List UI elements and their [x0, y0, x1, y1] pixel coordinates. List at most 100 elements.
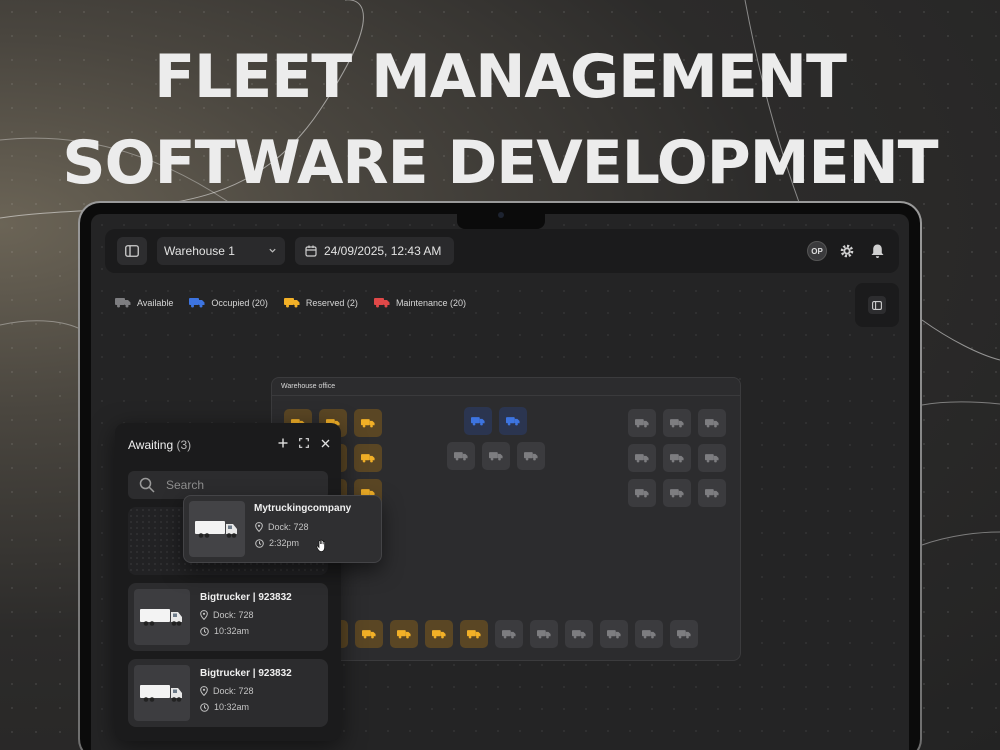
notifications-button[interactable] [868, 242, 886, 260]
truck-icon [572, 630, 586, 639]
parking-slot-available[interactable] [565, 620, 593, 648]
parking-slot-available[interactable] [663, 444, 691, 472]
truck-icon [467, 630, 481, 639]
semi-truck-icon [195, 521, 237, 538]
truck-icon [454, 452, 468, 461]
warehouse-select-value: Warehouse 1 [164, 244, 235, 258]
parking-slot-available[interactable] [517, 442, 545, 470]
awaiting-card[interactable]: Bigtrucker | 923832 Dock: 728 10:32am [128, 659, 328, 727]
parking-slot-reserved[interactable] [354, 409, 382, 437]
truck-thumbnail [134, 589, 190, 645]
parking-slot-available[interactable] [447, 442, 475, 470]
semi-truck-icon [140, 685, 182, 702]
truck-icon [635, 454, 649, 463]
awaiting-panel: Awaiting (3) Search Bigtrucker | 923832 … [115, 423, 341, 741]
truck-icon [432, 630, 446, 639]
sidebar-toggle-icon [125, 245, 139, 257]
parking-slot-available[interactable] [698, 444, 726, 472]
awaiting-count: (3) [176, 438, 192, 452]
parking-slot-reserved[interactable] [354, 444, 382, 472]
parking-slot-available[interactable] [698, 479, 726, 507]
card-name: Bigtrucker | 923832 [200, 592, 292, 603]
close-button[interactable] [319, 437, 331, 449]
clock-icon [200, 702, 209, 712]
expand-icon [299, 438, 309, 448]
legend-available-label: Available [137, 297, 174, 308]
location-pin-icon [200, 686, 208, 696]
truck-icon [670, 489, 684, 498]
truck-icon [677, 630, 691, 639]
truck-icon [705, 454, 719, 463]
expand-button[interactable] [298, 437, 310, 449]
headline-line-2: SOFTWARE DEVELOPMENT [62, 128, 938, 198]
awaiting-card[interactable]: Bigtrucker | 923832 Dock: 728 10:32am [128, 583, 328, 651]
dragging-card-name: Mytruckingcompany [254, 503, 352, 514]
parking-slot-reserved[interactable] [425, 620, 453, 648]
truck-icon [471, 417, 485, 426]
dragging-card[interactable]: Mytruckingcompany Dock: 728 2:32pm [183, 495, 382, 563]
warehouse-title: Warehouse office [281, 383, 336, 390]
legend-maintenance-label: Maintenance (20) [395, 297, 466, 308]
truck-icon [361, 454, 375, 463]
parking-slot-available[interactable] [663, 479, 691, 507]
add-button[interactable] [277, 437, 289, 449]
panel-icon [872, 300, 882, 310]
truck-icon [642, 630, 656, 639]
parking-slot-available[interactable] [670, 620, 698, 648]
truck-thumbnail [189, 501, 245, 557]
parking-slot-available[interactable] [530, 620, 558, 648]
settings-button[interactable] [838, 242, 856, 260]
panel-toggle-inner [868, 296, 886, 314]
parking-slot-available[interactable] [482, 442, 510, 470]
parking-slot-available[interactable] [495, 620, 523, 648]
awaiting-title-label: Awaiting [128, 438, 174, 452]
parking-slot-available[interactable] [628, 444, 656, 472]
sidebar-toggle-button[interactable] [117, 237, 147, 265]
headline-line-1: FLEET MANAGEMENT [154, 42, 847, 112]
dragging-card-time: 2:32pm [255, 538, 299, 548]
parking-slot-occupied[interactable] [464, 407, 492, 435]
legend-occupied: Occupied (20) [189, 297, 268, 308]
card-dock-text: Dock: 728 [213, 686, 254, 696]
dragging-card-dock-text: Dock: 728 [268, 522, 309, 532]
headline: FLEET MANAGEMENT SOFTWARE DEVELOPMENT [0, 34, 1000, 206]
parking-slot-available[interactable] [635, 620, 663, 648]
parking-slot-occupied[interactable] [499, 407, 527, 435]
card-dock: Dock: 728 [200, 610, 254, 620]
awaiting-title: Awaiting (3) [128, 438, 191, 452]
parking-slot-available[interactable] [628, 479, 656, 507]
parking-slot-reserved[interactable] [390, 620, 418, 648]
card-time-text: 10:32am [214, 702, 250, 712]
bell-icon [871, 244, 883, 258]
dragging-card-dock: Dock: 728 [255, 522, 309, 532]
legend-maintenance: Maintenance (20) [373, 297, 466, 308]
laptop-frame: Warehouse 1 24/09/2025, 12:43 AM OP Avai… [78, 201, 922, 750]
truck-icon [362, 630, 376, 639]
truck-icon [397, 630, 411, 639]
card-time-text: 10:32am [214, 626, 250, 636]
parking-slot-available[interactable] [628, 409, 656, 437]
parking-slot-reserved[interactable] [460, 620, 488, 648]
avatar[interactable]: OP [807, 241, 827, 261]
legend-reserved: Reserved (2) [283, 297, 358, 308]
warehouse-select[interactable]: Warehouse 1 [157, 237, 285, 265]
clock-icon [255, 538, 264, 548]
truck-icon [537, 630, 551, 639]
chevron-down-icon [269, 248, 276, 253]
datetime-picker[interactable]: 24/09/2025, 12:43 AM [295, 237, 454, 265]
parking-slot-available[interactable] [698, 409, 726, 437]
legend-reserved-label: Reserved (2) [305, 297, 358, 308]
camera-notch [457, 203, 545, 229]
parking-slot-available[interactable] [600, 620, 628, 648]
parking-slot-available[interactable] [663, 409, 691, 437]
status-legend: Available Occupied (20) Reserved (2) Mai… [115, 297, 466, 308]
right-panel-toggle-button[interactable] [855, 283, 899, 327]
truck-icon [115, 298, 131, 308]
plus-icon [278, 438, 288, 448]
top-bar: Warehouse 1 24/09/2025, 12:43 AM OP [105, 229, 899, 273]
settings-icon [840, 244, 854, 258]
search-placeholder: Search [166, 478, 205, 492]
parking-slot-reserved[interactable] [355, 620, 383, 648]
semi-truck-icon [140, 609, 182, 626]
truck-icon [489, 452, 503, 461]
